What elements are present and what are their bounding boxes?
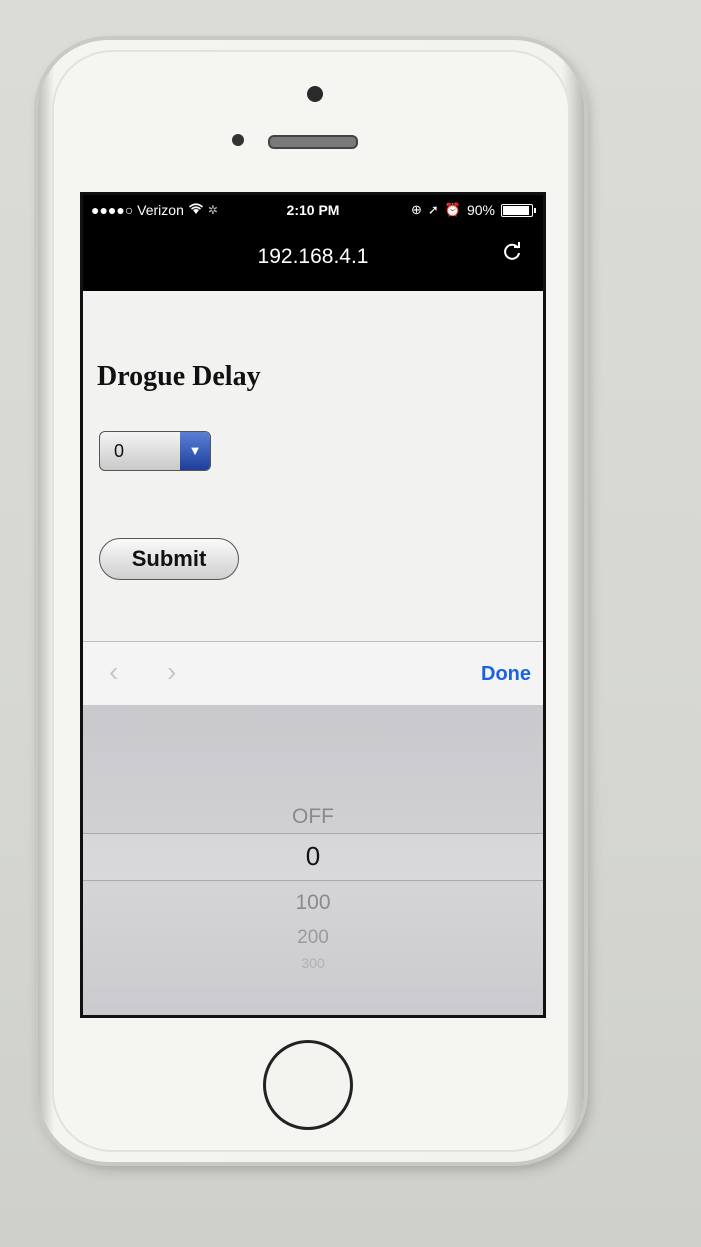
earpiece-speaker [268,135,358,149]
proximity-sensor [232,134,244,146]
picker-option[interactable]: 300 [83,955,543,971]
picker-option[interactable]: 200 [83,927,543,949]
status-right: ⊕ ➚ ⏰ 90% [410,202,536,218]
page-heading: Drogue Delay [97,361,261,392]
next-field-icon[interactable]: › [167,656,176,688]
chevron-down-icon[interactable]: ▼ [180,432,210,470]
select-value: 0 [114,441,125,461]
picker-option-selected[interactable]: 0 [83,841,543,872]
status-bar: ●●●●○ Verizon ✲ 2:10 PM ⊕ ➚ ⏰ 90% [83,195,543,225]
alarm-icon: ⏰ [444,202,461,217]
drogue-delay-select[interactable]: 0 ▼ [99,431,211,471]
rotation-lock-icon: ⊕ [410,202,422,217]
battery-percent: 90% [466,202,495,218]
web-page-content: Drogue Delay 0 ▼ Submit [83,291,543,641]
browser-url-bar[interactable]: 192.168.4.1 [83,225,543,291]
front-camera [307,86,323,102]
picker-option[interactable]: OFF [83,805,543,829]
url-text[interactable]: 192.168.4.1 [83,245,543,269]
phone-screen: ●●●●○ Verizon ✲ 2:10 PM ⊕ ➚ ⏰ 90% 192.16… [80,192,546,1018]
picker-option[interactable]: 100 [83,891,543,915]
done-button[interactable]: Done [481,663,531,686]
home-button[interactable] [263,1040,353,1130]
battery-icon [501,203,536,217]
reload-icon[interactable] [501,241,523,270]
submit-button[interactable]: Submit [99,538,239,580]
location-icon: ➚ [427,202,439,217]
option-picker-wheel[interactable]: OFF 0 100 200 300 [83,705,543,1015]
picker-toolbar: ‹ › Done [83,641,543,706]
previous-field-icon[interactable]: ‹ [109,656,118,688]
